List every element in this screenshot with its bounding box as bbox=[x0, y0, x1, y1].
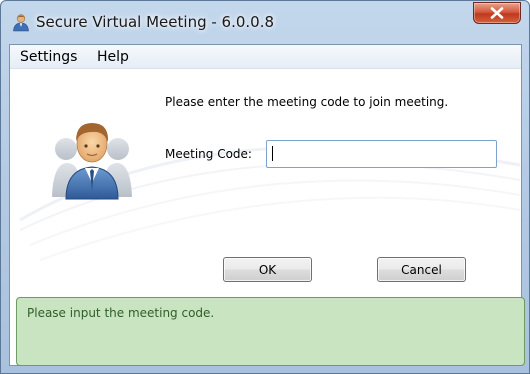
meeting-code-label: Meeting Code: bbox=[165, 147, 252, 161]
app-window: Secure Virtual Meeting - 6.0.0.8 Setting… bbox=[0, 0, 530, 374]
meeting-code-input[interactable] bbox=[266, 140, 497, 168]
menu-item-help[interactable]: Help bbox=[97, 49, 129, 65]
window-title: Secure Virtual Meeting - 6.0.0.8 bbox=[36, 13, 275, 31]
menu-item-settings[interactable]: Settings bbox=[20, 49, 77, 65]
menu-bar: Settings Help bbox=[10, 45, 521, 69]
cancel-button[interactable]: Cancel bbox=[377, 257, 466, 282]
close-button[interactable] bbox=[473, 2, 521, 24]
ok-button[interactable]: OK bbox=[223, 257, 312, 282]
status-panel: Please input the meeting code. bbox=[16, 297, 525, 366]
user-avatar-icon bbox=[52, 113, 132, 201]
text-caret bbox=[272, 146, 273, 161]
join-prompt-text: Please enter the meeting code to join me… bbox=[165, 95, 449, 109]
meeting-user-icon bbox=[11, 13, 31, 33]
status-message: Please input the meeting code. bbox=[27, 306, 215, 320]
title-bar[interactable]: Secure Virtual Meeting - 6.0.0.8 bbox=[1, 1, 529, 44]
close-icon bbox=[490, 7, 504, 19]
